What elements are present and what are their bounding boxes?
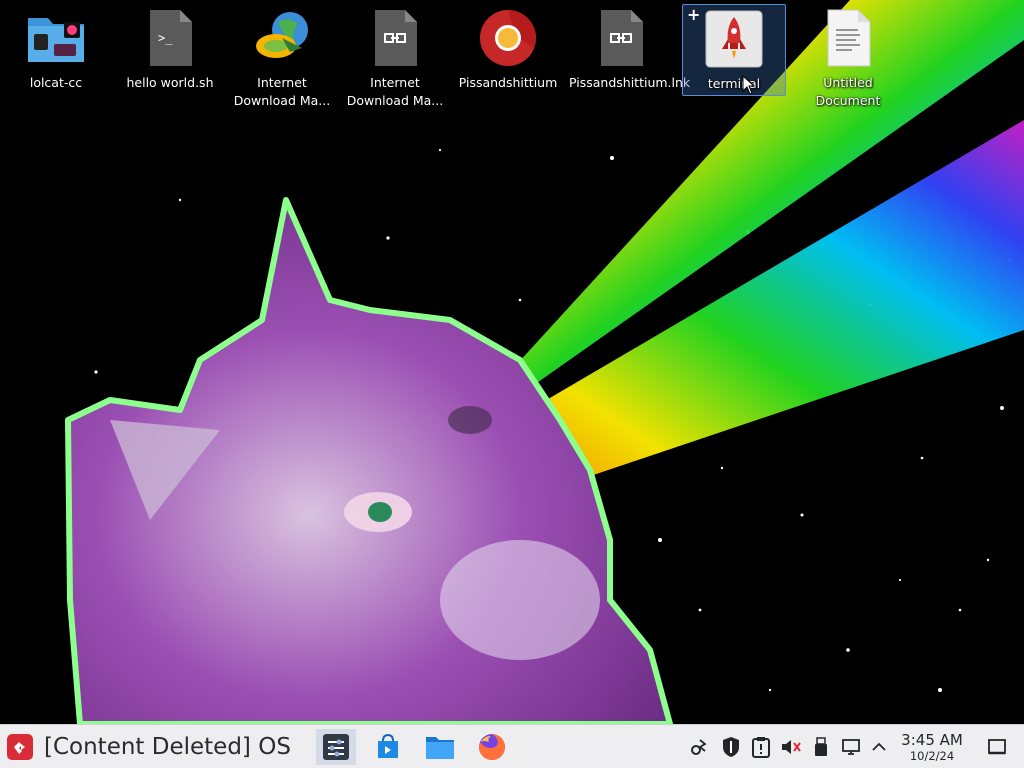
taskbar-store-button[interactable] [368, 729, 408, 765]
desktop-icon-label: Internet Download Ma... [346, 75, 444, 108]
add-to-selection-icon[interactable]: + [687, 5, 700, 24]
settings-mixer-icon [323, 734, 349, 760]
shortcut-file-icon [591, 8, 651, 68]
volume-muted-icon[interactable] [780, 736, 802, 758]
network-icon[interactable] [840, 736, 862, 758]
desktop-icon-internet-download-manager[interactable]: Internet Download Ma... [230, 6, 334, 108]
taskbar-file-manager-button[interactable] [420, 729, 460, 765]
desktop-icon-label: terminal [707, 76, 761, 91]
taskbar-settings-button[interactable] [316, 729, 356, 765]
folder-icon [26, 8, 86, 68]
desktop-icon-label: lolcat-cc [29, 75, 83, 90]
store-icon [378, 733, 398, 758]
clock-time: 3:45 AM [901, 731, 963, 749]
show-desktop-icon[interactable] [986, 736, 1008, 758]
desktop-icon-internet-download-manager-lnk[interactable]: Internet Download Ma... [343, 6, 447, 108]
desktop-icon-label: Pissandshittium [458, 75, 558, 90]
desktop-icon-pissandshittium-lnk[interactable]: Pissandshittium.lnk [569, 6, 691, 98]
desktop-icon-hello-world-sh[interactable]: >_ hello world.sh [118, 6, 222, 98]
desktop-icon-label: hello world.sh [126, 75, 214, 90]
internet-download-manager-icon [252, 8, 312, 68]
desktop-icon-lolcat-cc[interactable]: lolcat-cc [4, 6, 108, 98]
security-shield-icon[interactable] [720, 736, 742, 758]
mouse-cursor-icon [742, 75, 756, 95]
start-menu-button[interactable]: [Content Deleted] OS [6, 731, 291, 763]
usb-device-icon[interactable] [810, 736, 832, 758]
os-logo-icon [6, 733, 34, 761]
svg-text:>_: >_ [158, 31, 173, 45]
file-manager-icon [426, 737, 454, 759]
taskbar-firefox-button[interactable] [472, 729, 512, 765]
shell-script-icon: >_ [140, 8, 200, 68]
desktop-icon-untitled-document[interactable]: Untitled Document [796, 6, 900, 108]
firefox-icon [479, 734, 505, 760]
clock[interactable]: 3:45 AM 10/2/24 [896, 731, 968, 763]
start-menu-label: [Content Deleted] OS [44, 734, 291, 760]
bluetooth-icon[interactable] [688, 736, 710, 758]
desktop[interactable]: lolcat-cc >_ hello world.sh Internet Dow… [0, 0, 1024, 724]
desktop-icon-label: Internet Download Ma... [233, 75, 331, 108]
clipboard-icon[interactable] [750, 736, 772, 758]
desktop-icon-label: Untitled Document [815, 75, 881, 108]
taskbar: [Content Deleted] OS 3:45 AM 10/2/24 [0, 724, 1024, 768]
clock-date: 10/2/24 [909, 749, 955, 763]
chevron-up-icon[interactable] [868, 736, 890, 758]
rocket-terminal-icon [704, 9, 764, 69]
chromium-browser-icon [478, 8, 538, 68]
desktop-icon-label: Pissandshittium.lnk [569, 75, 691, 90]
desktop-icon-pissandshittium[interactable]: Pissandshittium [456, 6, 560, 98]
text-document-icon [818, 8, 878, 68]
shortcut-file-icon [365, 8, 425, 68]
desktop-icon-terminal[interactable]: + terminal [682, 4, 786, 96]
